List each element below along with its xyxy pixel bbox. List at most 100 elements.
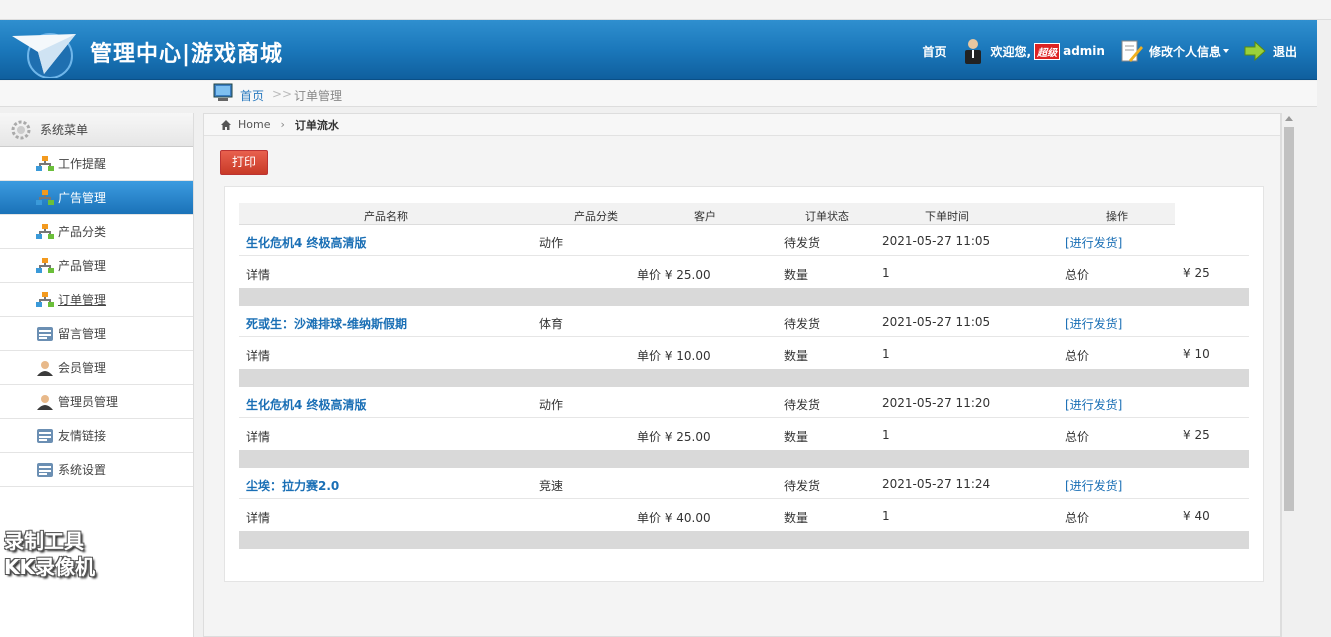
order-qty-label: 数量 bbox=[784, 268, 809, 282]
col-product-name: 产品名称 bbox=[364, 210, 408, 223]
list-icon bbox=[37, 326, 53, 341]
sidebar-item-label: 管理员管理 bbox=[58, 395, 119, 409]
col-action: 操作 bbox=[1106, 210, 1128, 223]
orders-table-header: 产品名称 产品分类 客户 订单状态 下单时间 操作 bbox=[239, 203, 1175, 225]
order-name[interactable]: 死或生：沙滩排球-维纳斯假期 bbox=[246, 315, 407, 332]
chevron-right-icon: › bbox=[280, 118, 285, 131]
order-qty-label: 数量 bbox=[784, 349, 809, 363]
order-detail-row: 详情 单价 ¥ 25.00 数量 1 总价 ¥ 25 bbox=[239, 257, 1249, 288]
tree-icon bbox=[36, 155, 54, 171]
col-customer: 客户 bbox=[694, 210, 716, 223]
sidebar-item-6[interactable]: 留言管理 bbox=[0, 317, 193, 351]
sidebar-item-10[interactable]: 系统设置 bbox=[0, 453, 193, 487]
order-detail: 详情 bbox=[246, 511, 271, 525]
order-name[interactable]: 尘埃：拉力赛2.0 bbox=[246, 477, 339, 494]
order-status: 待发货 bbox=[784, 398, 821, 412]
order-separator bbox=[239, 450, 1249, 468]
order-total-label: 总价 bbox=[1065, 268, 1090, 282]
breadcrumb-current: 订单管理 bbox=[294, 89, 343, 103]
sidebar-item-label: 留言管理 bbox=[58, 327, 107, 341]
tree-icon bbox=[36, 223, 54, 239]
welcome-text: 欢迎您, bbox=[990, 44, 1032, 59]
username: admin bbox=[1063, 44, 1105, 58]
edit-profile-label: 修改个人信息 bbox=[1148, 44, 1221, 59]
content-breadcrumb-home[interactable]: Home bbox=[238, 118, 270, 131]
sidebar-item-label: 广告管理 bbox=[58, 191, 107, 205]
order-detail-row: 详情 单价 ¥ 40.00 数量 1 总价 ¥ 40 bbox=[239, 500, 1249, 531]
order-action[interactable]: [进行发货] bbox=[1065, 315, 1122, 332]
tree-icon bbox=[36, 189, 54, 205]
tree-icon bbox=[36, 291, 54, 307]
order-name[interactable]: 生化危机4 终极高清版 bbox=[246, 234, 367, 251]
content-breadcrumb-current: 订单流水 bbox=[294, 118, 339, 132]
order-detail: 详情 bbox=[246, 349, 271, 363]
vertical-scrollbar[interactable] bbox=[1281, 113, 1295, 637]
order-name[interactable]: 生化危机4 终极高清版 bbox=[246, 396, 367, 413]
sidebar-item-label: 友情链接 bbox=[58, 429, 107, 443]
order-total-label: 总价 bbox=[1065, 349, 1090, 363]
sidebar-item-4[interactable]: 产品管理 bbox=[0, 249, 193, 283]
logout-label: 退出 bbox=[1272, 44, 1297, 59]
order-total-label: 总价 bbox=[1065, 511, 1090, 525]
sidebar-item-label: 产品分类 bbox=[58, 225, 107, 239]
sidebar-item-label: 会员管理 bbox=[58, 361, 107, 375]
print-button[interactable]: 打印 bbox=[220, 150, 268, 175]
header-home-label: 首页 bbox=[922, 44, 947, 59]
order-main-row: 生化危机4 终极高清版 动作 待发货 2021-05-27 11:05 [进行发货] bbox=[239, 225, 1249, 256]
order-total: ¥ 10 bbox=[1183, 347, 1210, 361]
order-block: 生化危机4 终极高清版 动作 待发货 2021-05-27 11:05 [进行发货] 详情… bbox=[239, 225, 1249, 306]
sidebar-item-label: 工作提醒 bbox=[58, 157, 107, 171]
main-content: Home › 订单流水 打印 产品名称 产品分类 客户 订单状态 下单时间 操作… bbox=[203, 113, 1281, 637]
order-detail: 详情 bbox=[246, 268, 271, 282]
edit-profile-menu[interactable]: 修改个人信息 bbox=[1119, 38, 1229, 64]
logout-link[interactable]: 退出 bbox=[1243, 38, 1297, 64]
order-qty: 1 bbox=[882, 428, 890, 442]
order-category: 体育 bbox=[539, 317, 564, 331]
scrollbar-thumb[interactable] bbox=[1284, 127, 1294, 511]
logo-icon bbox=[12, 33, 76, 78]
order-qty: 1 bbox=[882, 509, 890, 523]
scroll-up-arrow-icon[interactable] bbox=[1285, 116, 1293, 121]
order-time: 2021-05-27 11:05 bbox=[882, 315, 991, 329]
order-total-label: 总价 bbox=[1065, 430, 1090, 444]
sidebar-item-label: 订单管理 bbox=[58, 293, 107, 307]
col-order-time: 下单时间 bbox=[925, 210, 969, 223]
order-action[interactable]: [进行发货] bbox=[1065, 396, 1122, 413]
col-status: 订单状态 bbox=[805, 210, 849, 223]
order-main-row: 尘埃：拉力赛2.0 竞速 待发货 2021-05-27 11:24 [进行发货] bbox=[239, 468, 1249, 499]
order-category: 竞速 bbox=[539, 479, 564, 493]
sidebar-item-7[interactable]: 会员管理 bbox=[0, 351, 193, 385]
top-breadcrumb: 首页 >> 订单管理 bbox=[0, 81, 1317, 107]
admin-avatar-icon bbox=[964, 39, 981, 64]
sidebar-item-2[interactable]: 广告管理 bbox=[0, 181, 193, 215]
welcome-area: 欢迎您, 超级 admin bbox=[961, 38, 1105, 64]
sidebar-item-9[interactable]: 友情链接 bbox=[0, 419, 193, 453]
header-home-link[interactable]: 首页 bbox=[923, 43, 947, 60]
order-action[interactable]: [进行发货] bbox=[1065, 477, 1122, 494]
order-status: 待发货 bbox=[784, 317, 821, 331]
user-icon bbox=[37, 360, 53, 376]
list-icon bbox=[37, 428, 53, 443]
order-category: 动作 bbox=[539, 236, 564, 250]
order-category: 动作 bbox=[539, 398, 564, 412]
breadcrumb-home-link[interactable]: 首页 bbox=[240, 87, 264, 104]
orders-panel: 产品名称 产品分类 客户 订单状态 下单时间 操作 生化危机4 终极高清版 动作待… bbox=[224, 186, 1264, 582]
sidebar-item-label: 产品管理 bbox=[58, 259, 107, 273]
sidebar-header: 系统菜单 bbox=[0, 113, 193, 147]
order-separator bbox=[239, 369, 1249, 387]
sidebar-item-1[interactable]: 工作提醒 bbox=[0, 147, 193, 181]
site-title: 管理中心|游戏商城 bbox=[90, 42, 284, 67]
logout-arrow-icon bbox=[1244, 40, 1266, 62]
watermark-line-1: 录制工具 bbox=[4, 529, 84, 553]
order-action[interactable]: [进行发货] bbox=[1065, 234, 1122, 251]
sidebar-item-3[interactable]: 产品分类 bbox=[0, 215, 193, 249]
header-nav: 首页 欢迎您, 超级 admin 修改个人信息 退出 bbox=[909, 38, 1297, 64]
order-detail-row: 详情 单价 ¥ 10.00 数量 1 总价 ¥ 10 bbox=[239, 338, 1249, 369]
order-unit-price: 单价 ¥ 25.00 bbox=[637, 268, 711, 282]
edit-profile-icon bbox=[1121, 40, 1143, 62]
order-time: 2021-05-27 11:05 bbox=[882, 234, 991, 248]
sidebar-item-8[interactable]: 管理员管理 bbox=[0, 385, 193, 419]
order-total: ¥ 25 bbox=[1183, 428, 1210, 442]
sidebar-item-5[interactable]: 订单管理 bbox=[0, 283, 193, 317]
tree-icon bbox=[36, 257, 54, 273]
